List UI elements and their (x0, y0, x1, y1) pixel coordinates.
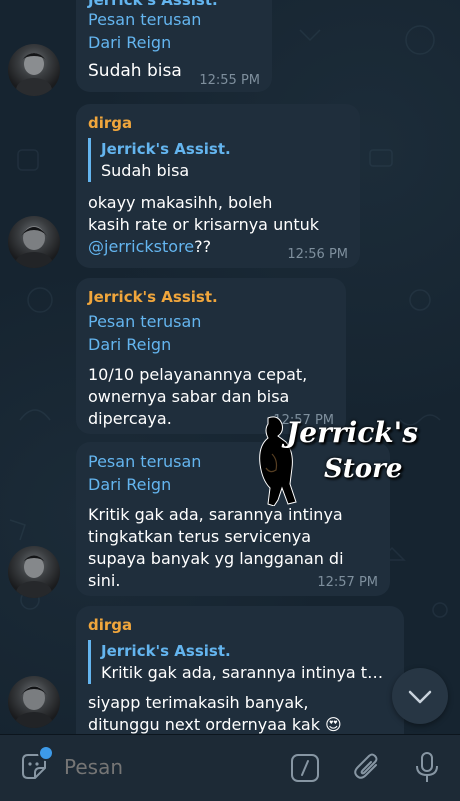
reply-text: Kritik gak ada, sarannya intinya t… (101, 663, 384, 682)
forwarded-sender-name[interactable]: Jerrick's Assist. (88, 0, 258, 8)
message-text-line: Kritik gak ada, sarannya intinya (88, 505, 343, 524)
message-text-line: okayy makasihh, boleh (88, 193, 273, 212)
message-time: 12:56 PM (287, 247, 348, 262)
reply-sender-name: Jerrick's Assist. (101, 642, 231, 660)
message-bubble[interactable]: Jerrick's Assist. Pesan terusan Dari Rei… (76, 278, 346, 434)
message-text-line: kasih rate or krisarnya untuk (88, 215, 320, 234)
sender-name[interactable]: Jerrick's Assist. (88, 288, 332, 306)
avatar[interactable] (8, 216, 60, 268)
chat-background: Jerrick's Assist. Pesan terusan Dari Rei… (0, 0, 460, 734)
message-input-bar (0, 734, 460, 801)
avatar[interactable] (8, 546, 60, 598)
chevron-down-icon (408, 690, 432, 704)
message-text-line: siyapp terimakasih banyak, (88, 693, 309, 712)
message-text-line: ownernya sabar dan bisa (88, 387, 290, 406)
sender-name[interactable]: dirga (88, 114, 346, 132)
microphone-icon (416, 752, 438, 782)
command-icon (291, 754, 319, 782)
message-input[interactable] (56, 749, 292, 785)
message-bubble[interactable]: dirga Jerrick's Assist. Sudah bisa okayy… (76, 104, 360, 268)
avatar[interactable] (8, 676, 60, 728)
message-text-line: supaya banyak yg langganan di (88, 549, 344, 568)
forwarded-from[interactable]: Dari Reign (88, 31, 258, 54)
message-text-line: tingkatkan terus servicenya (88, 527, 312, 546)
message-text: siyapp terimakasih banyak, ditunggu next… (88, 692, 390, 734)
forwarded-label: Pesan terusan (88, 312, 202, 331)
reply-sender-name: Jerrick's Assist. (101, 140, 231, 158)
attach-button[interactable] (352, 751, 384, 787)
watermark-line: Store (324, 454, 403, 484)
message-time: 12:55 PM (199, 73, 260, 88)
message-text-line: 10/10 pelayanannya cepat, (88, 365, 308, 384)
sticker-button[interactable] (18, 745, 54, 783)
forwarded-from[interactable]: Dari Reign (88, 333, 332, 356)
sender-name[interactable]: dirga (88, 616, 390, 634)
message-text-line: ditunggu next ordernyaa kak 😍 (88, 715, 342, 734)
mic-button[interactable] (412, 751, 442, 789)
unread-dot (38, 745, 54, 761)
avatar[interactable] (8, 44, 60, 96)
store-watermark: Jerrick's Store (246, 414, 418, 506)
reply-text: Sudah bisa (101, 161, 190, 180)
message-text-suffix: ?? (194, 237, 212, 256)
watermark-line: Jerrick's (286, 416, 418, 449)
message-bubble[interactable]: dirga Jerrick's Assist. Kritik gak ada, … (76, 606, 404, 734)
scroll-down-button[interactable] (392, 668, 448, 724)
forwarded-label: Pesan terusan (88, 10, 202, 29)
reply-preview[interactable]: Jerrick's Assist. Kritik gak ada, sarann… (88, 640, 390, 684)
mention-link[interactable]: @jerrickstore (88, 237, 194, 256)
message-time: 12:57 PM (317, 575, 378, 590)
reply-preview[interactable]: Jerrick's Assist. Sudah bisa (88, 138, 346, 182)
paperclip-icon (354, 753, 378, 779)
command-button[interactable] (290, 753, 320, 787)
message-bubble[interactable]: Jerrick's Assist. Pesan terusan Dari Rei… (76, 0, 272, 92)
